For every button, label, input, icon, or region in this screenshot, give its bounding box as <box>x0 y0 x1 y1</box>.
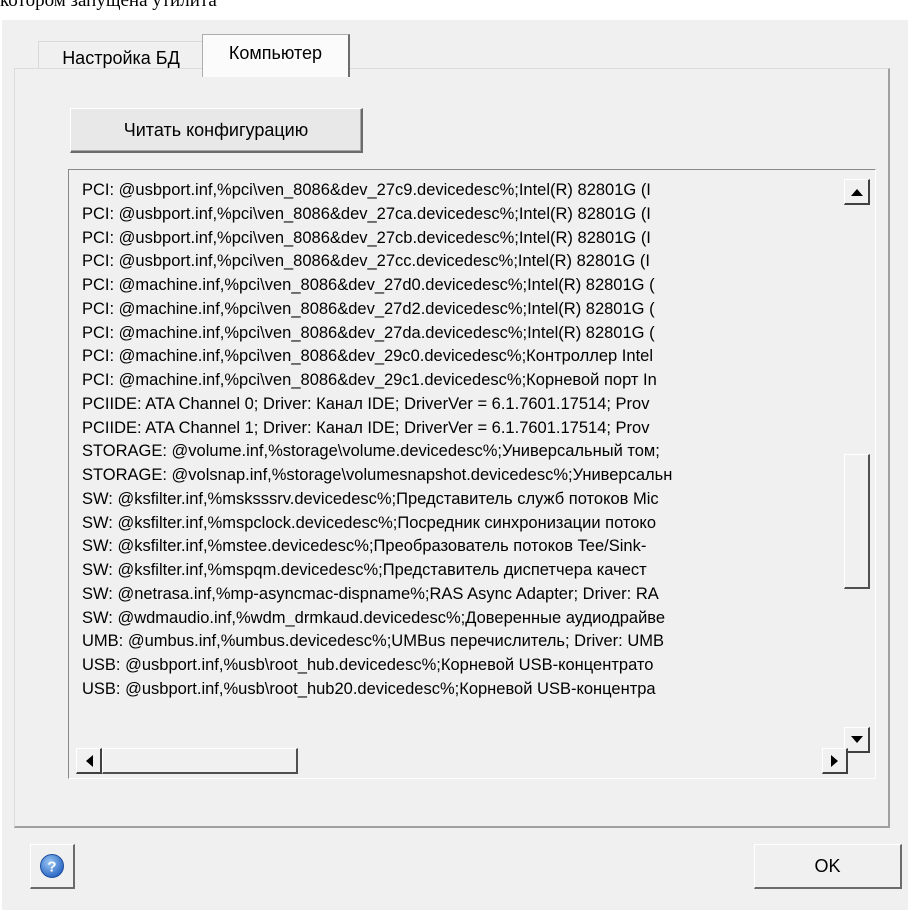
device-list-item[interactable]: SW: @wdmaudio.inf,%wdm_drmkaud.devicedes… <box>82 607 852 631</box>
horizontal-scroll-thumb[interactable] <box>102 748 298 774</box>
device-list-item[interactable]: PCI: @usbport.inf,%pci\ven_8086&dev_27cc… <box>82 250 852 274</box>
ok-button[interactable]: OK <box>754 844 902 889</box>
device-list-item[interactable]: USB: @usbport.inf,%usb\root_hub.devicede… <box>82 654 852 678</box>
dialog-window: Настройка БД Компьютер Читать конфигурац… <box>2 20 908 910</box>
device-list-item[interactable]: PCIIDE: ATA Channel 0; Driver: Канал IDE… <box>82 393 852 417</box>
scroll-up-button[interactable] <box>844 179 870 205</box>
tab-computer[interactable]: Компьютер <box>202 34 350 77</box>
horizontal-scrollbar[interactable] <box>76 748 848 774</box>
device-list-item[interactable]: PCI: @machine.inf,%pci\ven_8086&dev_29c1… <box>82 369 852 393</box>
arrow-down-icon <box>850 735 863 743</box>
device-list-content: PCI: @usbport.inf,%pci\ven_8086&dev_27c9… <box>82 179 852 759</box>
device-list-item[interactable]: SW: @netrasa.inf,%mp-asyncmac-dispname%;… <box>82 583 852 607</box>
device-list-frame: PCI: @usbport.inf,%pci\ven_8086&dev_27c9… <box>68 169 876 779</box>
device-list-item[interactable]: PCI: @machine.inf,%pci\ven_8086&dev_27d0… <box>82 274 852 298</box>
arrow-up-icon <box>850 188 863 196</box>
device-list-item[interactable]: SW: @ksfilter.inf,%mspqm.devicedesc%;Пре… <box>82 559 852 583</box>
device-list[interactable]: PCI: @usbport.inf,%pci\ven_8086&dev_27c9… <box>70 171 876 779</box>
device-list-item[interactable]: STORAGE: @volume.inf,%storage\volume.dev… <box>82 440 852 464</box>
read-config-button[interactable]: Читать конфигурацию <box>70 108 363 153</box>
device-list-item[interactable]: SW: @ksfilter.inf,%mstee.devicedesc%;Пре… <box>82 535 852 559</box>
device-list-item[interactable]: SW: @ksfilter.inf,%mspclock.devicedesc%;… <box>82 512 852 536</box>
vertical-scrollbar[interactable] <box>844 179 870 753</box>
device-list-item[interactable]: UMB: @umbus.inf,%umbus.devicedesc%;UMBus… <box>82 630 852 654</box>
device-list-item[interactable]: PCI: @usbport.inf,%pci\ven_8086&dev_27ca… <box>82 203 852 227</box>
scroll-right-button[interactable] <box>822 748 848 774</box>
scroll-left-button[interactable] <box>76 748 102 774</box>
caption-text: котором запущена утилита <box>0 0 217 11</box>
vertical-scroll-thumb[interactable] <box>844 454 870 589</box>
svg-text:?: ? <box>47 859 56 876</box>
device-list-item[interactable]: PCIIDE: ATA Channel 1; Driver: Канал IDE… <box>82 417 852 441</box>
device-list-item[interactable]: PCI: @machine.inf,%pci\ven_8086&dev_27d2… <box>82 298 852 322</box>
device-list-item[interactable]: PCI: @machine.inf,%pci\ven_8086&dev_27da… <box>82 322 852 346</box>
device-list-item[interactable]: USB: @usbport.inf,%usb\root_hub20.device… <box>82 678 852 702</box>
arrow-left-icon <box>85 754 93 767</box>
device-list-item[interactable]: PCI: @usbport.inf,%pci\ven_8086&dev_27c9… <box>82 179 852 203</box>
device-list-item[interactable]: PCI: @machine.inf,%pci\ven_8086&dev_29c0… <box>82 345 852 369</box>
tab-panel-computer: Читать конфигурацию PCI: @usbport.inf,%p… <box>14 68 890 828</box>
device-list-item[interactable]: SW: @ksfilter.inf,%msksssrv.devicedesc%;… <box>82 488 852 512</box>
question-mark-circle-icon: ? <box>40 854 64 878</box>
device-list-item[interactable]: STORAGE: @volsnap.inf,%storage\volumesna… <box>82 464 852 488</box>
arrow-right-icon <box>830 754 838 767</box>
help-button[interactable]: ? <box>30 844 75 889</box>
device-list-item[interactable]: PCI: @usbport.inf,%pci\ven_8086&dev_27cb… <box>82 227 852 251</box>
